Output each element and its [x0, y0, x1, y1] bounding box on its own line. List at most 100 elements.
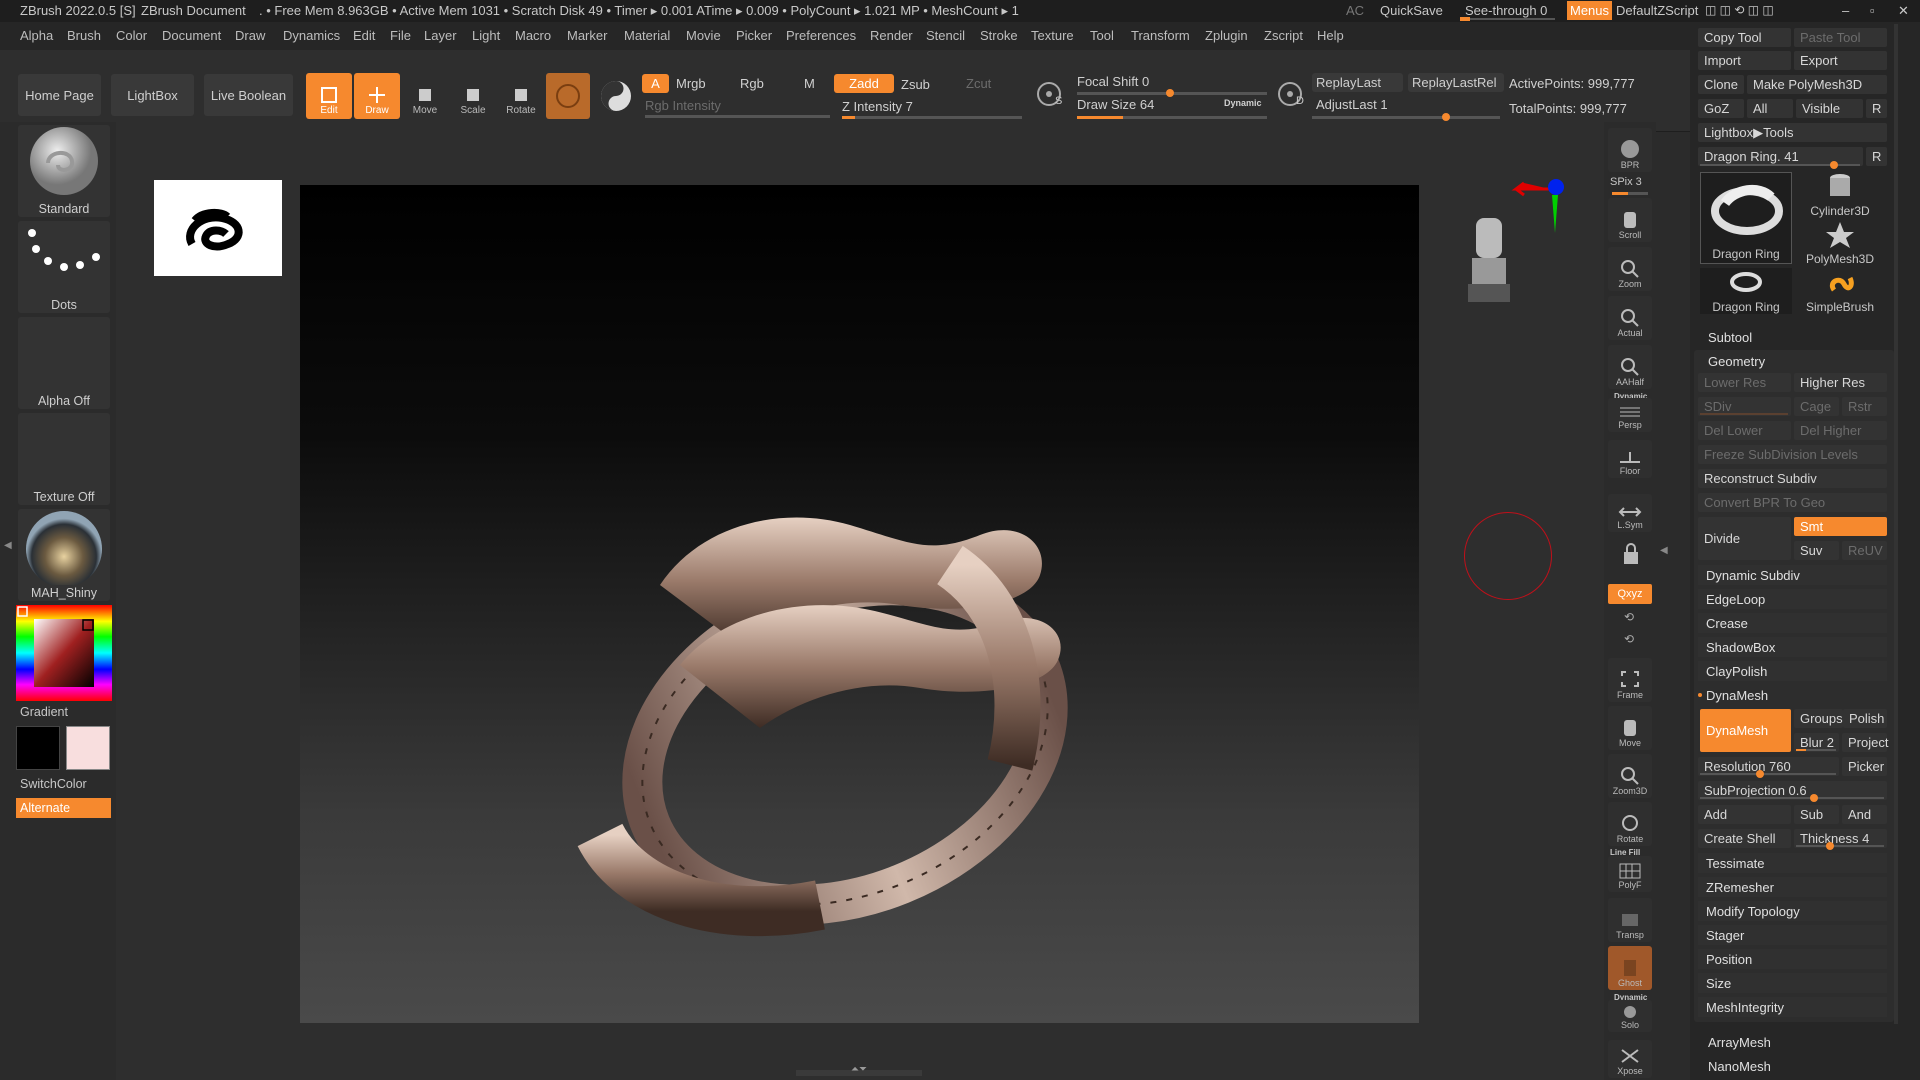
del-higher-button[interactable]: Del Higher — [1794, 421, 1887, 440]
reconstruct-subdiv-button[interactable]: Reconstruct Subdiv — [1698, 469, 1887, 488]
live-boolean-button[interactable]: Live Boolean — [204, 74, 293, 116]
menu-tool[interactable]: Tool — [1090, 28, 1114, 43]
crease-section[interactable]: Crease — [1698, 613, 1887, 633]
a-button[interactable]: A — [642, 74, 669, 93]
move-button[interactable]: Move — [402, 73, 448, 119]
dynamesh-button[interactable]: DynaMesh — [1700, 709, 1791, 752]
all-button[interactable]: All — [1747, 99, 1793, 118]
restore-icon[interactable]: ▫ — [1870, 3, 1875, 18]
xyz-symmetry-button[interactable]: Qxyz — [1608, 584, 1652, 604]
subtool-section[interactable]: Subtool — [1700, 327, 1752, 347]
dynamesh-section[interactable]: DynaMesh — [1698, 685, 1887, 705]
zremesher-section[interactable]: ZRemesher — [1698, 877, 1887, 897]
solo-button[interactable]: Solo — [1608, 1000, 1652, 1032]
menu-marker[interactable]: Marker — [567, 28, 607, 43]
menu-layer[interactable]: Layer — [424, 28, 457, 43]
modify-topology-section[interactable]: Modify Topology — [1698, 901, 1887, 921]
menu-edit[interactable]: Edit — [353, 28, 375, 43]
frame-button[interactable]: Frame — [1608, 658, 1652, 702]
higher-res-button[interactable]: Higher Res — [1794, 373, 1887, 392]
window-icons[interactable]: ◫ ◫ ⟲ ◫ ◫ — [1705, 3, 1774, 17]
rotate-sym2-icon[interactable]: ⟲ — [1624, 632, 1634, 646]
lower-res-button[interactable]: Lower Res — [1698, 373, 1791, 392]
ghost-button[interactable]: Ghost — [1608, 946, 1652, 990]
menu-zscript[interactable]: Zscript — [1264, 28, 1303, 43]
bottom-collapse-handle[interactable]: ⏶⏷ — [796, 1064, 922, 1076]
menu-picker[interactable]: Picker — [736, 28, 772, 43]
rotate-button[interactable]: Rotate — [498, 73, 544, 119]
copy-tool-button[interactable]: Copy Tool — [1698, 28, 1791, 47]
brush-selector[interactable]: Standard — [18, 125, 110, 217]
claypolish-section[interactable]: ClayPolish — [1698, 661, 1887, 681]
bpr-button[interactable]: BPR — [1608, 128, 1652, 172]
move-view-button[interactable]: Move — [1608, 706, 1652, 750]
lsym-button[interactable]: L.Sym — [1608, 494, 1652, 532]
left-collapse-icon[interactable]: ◀ — [4, 540, 12, 560]
tessimate-section[interactable]: Tessimate — [1698, 853, 1887, 873]
tray-scrollbar[interactable] — [1894, 24, 1898, 1024]
minimize-icon[interactable]: – — [1842, 3, 1849, 18]
zcut-button[interactable]: Zcut — [966, 76, 991, 91]
menu-render[interactable]: Render — [870, 28, 913, 43]
position-section[interactable]: Position — [1698, 949, 1887, 969]
size-section[interactable]: Size — [1698, 973, 1887, 993]
edgeloop-section[interactable]: EdgeLoop — [1698, 589, 1887, 609]
menu-preferences[interactable]: Preferences — [786, 28, 856, 43]
lightbox-tools-button[interactable]: Lightbox▶Tools — [1698, 123, 1887, 142]
menu-document[interactable]: Document — [162, 28, 221, 43]
rgb-intensity-slider[interactable]: Rgb Intensity — [645, 98, 721, 113]
paste-tool-button[interactable]: Paste Tool — [1794, 28, 1887, 47]
m-button[interactable]: M — [804, 76, 815, 91]
del-lower-button[interactable]: Del Lower — [1698, 421, 1791, 440]
menu-alpha[interactable]: Alpha — [20, 28, 53, 43]
groups-toggle[interactable]: Groups — [1794, 709, 1843, 728]
menu-zplugin[interactable]: Zplugin — [1205, 28, 1248, 43]
adjust-last-slider[interactable]: AdjustLast 1 — [1316, 97, 1388, 112]
scroll-button[interactable]: Scroll — [1608, 198, 1652, 242]
add-button[interactable]: Add — [1698, 805, 1791, 824]
menu-color[interactable]: Color — [116, 28, 147, 43]
stager-section[interactable]: Stager — [1698, 925, 1887, 945]
tool-thumb-cylinder[interactable]: Cylinder3D — [1794, 172, 1886, 218]
actual-button[interactable]: Actual — [1608, 296, 1652, 340]
shadowbox-section[interactable]: ShadowBox — [1698, 637, 1887, 657]
default-zscript-button[interactable]: DefaultZScript — [1616, 3, 1698, 18]
polyf-button[interactable]: PolyF — [1608, 856, 1652, 892]
clone-button[interactable]: Clone — [1698, 75, 1744, 94]
secondary-color-swatch[interactable] — [66, 726, 110, 770]
geometry-section[interactable]: Geometry — [1700, 351, 1765, 371]
texture-selector[interactable]: Texture Off — [18, 413, 110, 505]
make-polymesh-button[interactable]: Make PolyMesh3D — [1747, 75, 1887, 94]
right-collapse-icon[interactable]: ◀ — [1660, 545, 1668, 556]
navigation-mannequin[interactable] — [1464, 210, 1514, 305]
freeze-subdiv-button[interactable]: Freeze SubDivision Levels — [1698, 445, 1887, 464]
switch-color-button[interactable]: SwitchColor — [20, 777, 87, 791]
visible-button[interactable]: Visible — [1796, 99, 1863, 118]
menu-transform[interactable]: Transform — [1131, 28, 1190, 43]
divide-button[interactable]: Divide — [1698, 517, 1791, 560]
tool-thumb-dragon-ring-2[interactable]: Dragon Ring — [1700, 268, 1792, 314]
spix-slider[interactable]: SPix 3 — [1610, 176, 1642, 188]
rstr-button[interactable]: Rstr — [1842, 397, 1887, 416]
replay-last-rel-button[interactable]: ReplayLastRel — [1408, 73, 1504, 92]
dynamic-label[interactable]: Dynamic — [1224, 98, 1262, 108]
menu-stencil[interactable]: Stencil — [926, 28, 965, 43]
z-intensity-slider[interactable]: Z Intensity 7 — [842, 99, 913, 114]
menu-draw[interactable]: Draw — [235, 28, 265, 43]
gyro-icon[interactable] — [598, 78, 634, 114]
draw-size-slider[interactable]: Draw Size 64 — [1077, 97, 1154, 112]
mrgb-button[interactable]: Mrgb — [676, 76, 706, 91]
transp-button[interactable]: Transp — [1608, 898, 1652, 942]
zsub-button[interactable]: Zsub — [901, 77, 930, 92]
see-through-slider[interactable]: See-through 0 — [1465, 3, 1547, 18]
menu-dynamics[interactable]: Dynamics — [283, 28, 340, 43]
rotate-view-button[interactable]: Rotate — [1608, 802, 1652, 846]
focal-s-button[interactable]: S — [1033, 78, 1065, 110]
zadd-button[interactable]: Zadd — [834, 74, 894, 93]
close-icon[interactable]: ✕ — [1898, 3, 1909, 19]
alternate-button[interactable]: Alternate — [16, 798, 111, 818]
scale-button[interactable]: Scale — [450, 73, 496, 119]
material-selector[interactable]: MAH_Shiny — [18, 509, 110, 601]
menu-movie[interactable]: Movie — [686, 28, 721, 43]
replay-last-button[interactable]: ReplayLast — [1312, 73, 1403, 92]
